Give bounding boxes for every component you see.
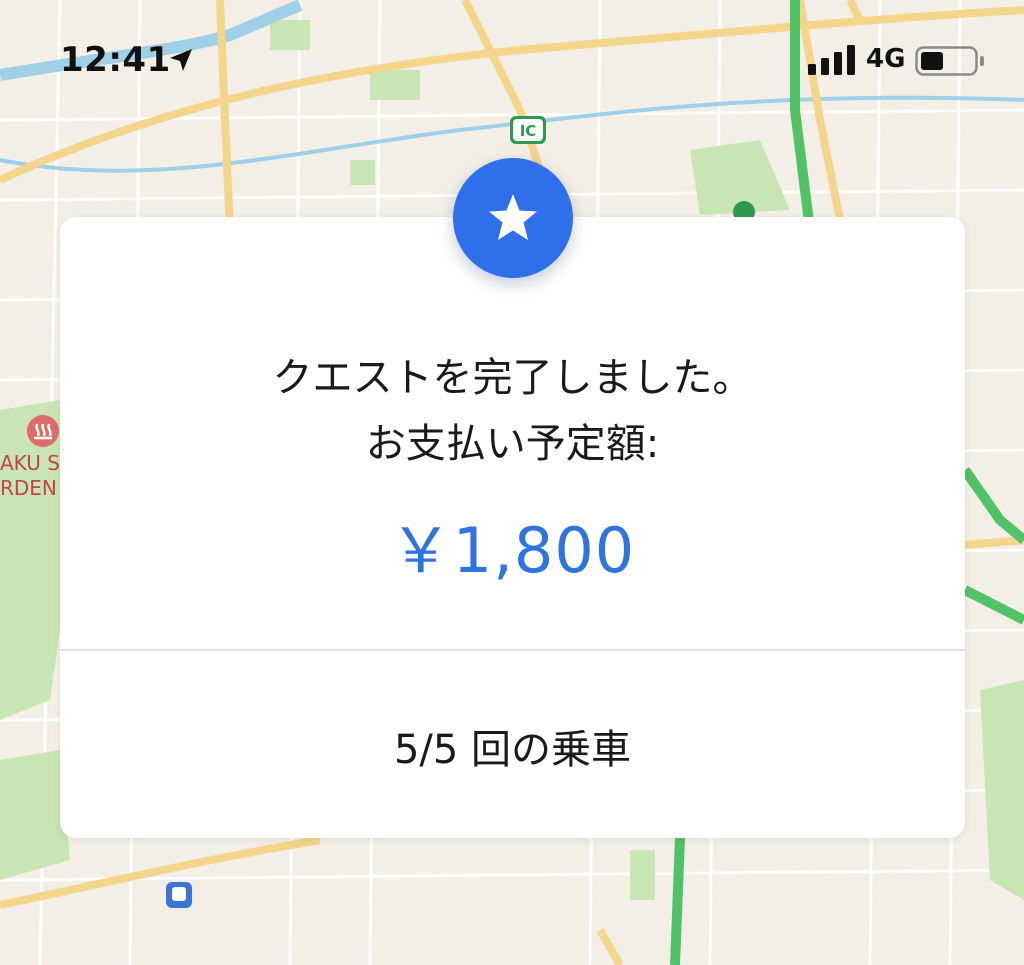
place-label-1: AKU S [0,451,60,475]
place-label-2: RDEN [0,476,57,500]
battery-icon [915,46,984,76]
payout-amount: ￥1,800 [389,514,636,587]
signal-bars-icon [808,45,855,75]
location-arrow-icon [170,49,192,71]
rides-progress: 5/5 回の乗車 [393,727,632,773]
quest-message: クエストを完了しました。 お支払い予定額: [60,345,965,477]
interchange-label: IC [520,122,537,140]
star-icon [489,194,537,240]
transit-station-icon[interactable] [166,882,192,908]
hot-spring-icon[interactable] [27,415,59,447]
quest-complete-card: クエストを完了しました。 お支払い予定額: ￥1,800 5/5 回の乗車 [60,217,965,838]
screen: IC AKU S RDEN 12:41 4G クエストを完了しました。 お支払い… [0,0,1024,965]
status-time: 12:41 [60,40,171,80]
star-badge [453,158,573,278]
quest-message-line2: お支払い予定額: [365,421,660,467]
network-type: 4G [866,44,906,74]
status-bar: 12:41 4G [0,0,1024,120]
interchange-marker[interactable]: IC [510,116,546,144]
card-divider [60,649,965,651]
quest-message-line1: クエストを完了しました。 [272,355,753,401]
